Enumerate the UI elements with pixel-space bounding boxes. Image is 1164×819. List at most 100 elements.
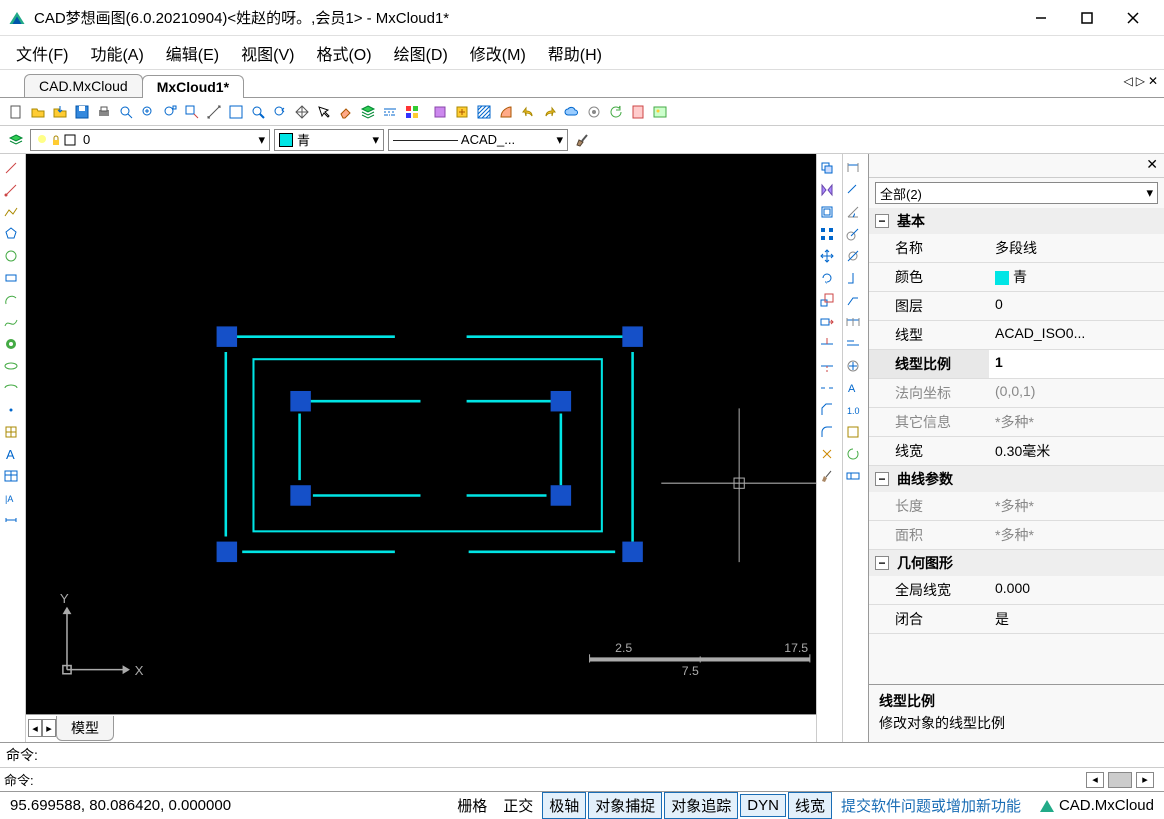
- import-icon[interactable]: [50, 102, 70, 122]
- point-icon[interactable]: [0, 400, 22, 420]
- dim-center-icon[interactable]: [843, 356, 863, 376]
- tab-next-icon[interactable]: ▷: [1136, 74, 1145, 88]
- line-icon[interactable]: [0, 158, 22, 178]
- tab-close-icon[interactable]: ✕: [1148, 74, 1158, 88]
- tab-prev-icon[interactable]: ◁: [1123, 74, 1132, 88]
- mtext-icon[interactable]: |A: [0, 488, 22, 508]
- zoom-prev-icon[interactable]: [270, 102, 290, 122]
- selection-combo[interactable]: 全部(2)▾: [875, 182, 1158, 204]
- move-icon[interactable]: [817, 246, 837, 266]
- scale-icon[interactable]: [817, 290, 837, 310]
- model-tab[interactable]: 模型: [56, 716, 114, 741]
- linetype-icon[interactable]: [380, 102, 400, 122]
- layer-manager-icon[interactable]: [6, 130, 26, 150]
- fillet-icon[interactable]: [817, 422, 837, 442]
- insert-block-icon[interactable]: [0, 422, 22, 442]
- ray-icon[interactable]: [0, 180, 22, 200]
- rectangle-icon[interactable]: [0, 268, 22, 288]
- settings-icon[interactable]: [584, 102, 604, 122]
- pan-icon[interactable]: [292, 102, 312, 122]
- print-icon[interactable]: [94, 102, 114, 122]
- drawing-canvas[interactable]: X Y 2.5 17.5 7.5: [26, 154, 816, 714]
- menu-file[interactable]: 文件(F): [6, 37, 78, 69]
- doc-tab[interactable]: CAD.MxCloud: [24, 74, 143, 97]
- linetype-combo[interactable]: ————— ACAD_... ▾: [388, 129, 568, 151]
- matchprop-icon[interactable]: [817, 466, 837, 486]
- status-osnap[interactable]: 对象捕捉: [588, 792, 662, 819]
- ellipse-icon[interactable]: [0, 356, 22, 376]
- trim-icon[interactable]: [817, 334, 837, 354]
- ellipse-arc-icon[interactable]: [0, 378, 22, 398]
- export-img-icon[interactable]: [650, 102, 670, 122]
- circle-icon[interactable]: [0, 246, 22, 266]
- offset-icon[interactable]: [817, 202, 837, 222]
- status-polar[interactable]: 极轴: [542, 792, 586, 819]
- dim-baseline-icon[interactable]: [843, 334, 863, 354]
- zoom-all-icon[interactable]: [226, 102, 246, 122]
- cloud-icon[interactable]: [562, 102, 582, 122]
- dim-ordinate-icon[interactable]: [843, 268, 863, 288]
- open-icon[interactable]: [28, 102, 48, 122]
- select-icon[interactable]: [314, 102, 334, 122]
- dim-radius-icon[interactable]: [843, 224, 863, 244]
- dimension-icon[interactable]: [0, 510, 22, 530]
- tab-scroll-right[interactable]: ▸: [42, 719, 56, 737]
- layers-icon[interactable]: [358, 102, 378, 122]
- close-button[interactable]: [1110, 2, 1156, 34]
- doc-tab-active[interactable]: MxCloud1*: [142, 75, 244, 98]
- maximize-button[interactable]: [1064, 2, 1110, 34]
- dim-text-icon[interactable]: 1.0: [843, 400, 863, 420]
- chamfer-icon[interactable]: [817, 400, 837, 420]
- redo-icon[interactable]: [540, 102, 560, 122]
- zoom-realtime-icon[interactable]: [248, 102, 268, 122]
- status-lweight[interactable]: 线宽: [788, 792, 832, 819]
- command-input[interactable]: [38, 772, 1074, 787]
- new-icon[interactable]: [6, 102, 26, 122]
- scroll-left-button[interactable]: ◂: [1086, 772, 1104, 788]
- dim-diameter-icon[interactable]: [843, 246, 863, 266]
- minimize-button[interactable]: [1018, 2, 1064, 34]
- zoom-select-icon[interactable]: [182, 102, 202, 122]
- block-icon[interactable]: [430, 102, 450, 122]
- menu-function[interactable]: 功能(A): [80, 37, 153, 69]
- undo-icon[interactable]: [518, 102, 538, 122]
- menu-view[interactable]: 视图(V): [231, 37, 304, 69]
- dim-aligned-icon[interactable]: [843, 180, 863, 200]
- dim-edit-icon[interactable]: A: [843, 378, 863, 398]
- stretch-icon[interactable]: [817, 312, 837, 332]
- tab-scroll-left[interactable]: ◂: [28, 719, 42, 737]
- zoom-window-icon[interactable]: [116, 102, 136, 122]
- donut-icon[interactable]: [0, 334, 22, 354]
- zoom-in-icon[interactable]: [138, 102, 158, 122]
- dim-style-icon[interactable]: [843, 422, 863, 442]
- array-icon[interactable]: [817, 224, 837, 244]
- table-icon[interactable]: [0, 466, 22, 486]
- polygon-icon[interactable]: [0, 224, 22, 244]
- menu-help[interactable]: 帮助(H): [538, 37, 612, 69]
- save-icon[interactable]: [72, 102, 92, 122]
- status-otrack[interactable]: 对象追踪: [664, 792, 738, 819]
- color-icon[interactable]: [402, 102, 422, 122]
- dim-leader-icon[interactable]: [843, 290, 863, 310]
- status-dyn[interactable]: DYN: [740, 794, 786, 817]
- scrollbar-thumb[interactable]: [1108, 772, 1132, 788]
- color-combo[interactable]: 青 ▾: [274, 129, 384, 151]
- region-icon[interactable]: [496, 102, 516, 122]
- rotate-icon[interactable]: [817, 268, 837, 288]
- hatch-icon[interactable]: [474, 102, 494, 122]
- arc-icon[interactable]: [0, 290, 22, 310]
- polyline-icon[interactable]: [0, 202, 22, 222]
- text-icon[interactable]: A: [0, 444, 22, 464]
- menu-modify[interactable]: 修改(M): [460, 37, 536, 69]
- export-pdf-icon[interactable]: [628, 102, 648, 122]
- spline-icon[interactable]: [0, 312, 22, 332]
- extend-icon[interactable]: [817, 356, 837, 376]
- dim-tolerance-icon[interactable]: [843, 466, 863, 486]
- refresh-icon[interactable]: [606, 102, 626, 122]
- dim-continue-icon[interactable]: [843, 312, 863, 332]
- menu-draw[interactable]: 绘图(D): [384, 37, 458, 69]
- panel-close-icon[interactable]: ✕: [1146, 156, 1158, 175]
- dim-linear-icon[interactable]: [843, 158, 863, 178]
- scroll-right-button[interactable]: ▸: [1136, 772, 1154, 788]
- break-icon[interactable]: [817, 378, 837, 398]
